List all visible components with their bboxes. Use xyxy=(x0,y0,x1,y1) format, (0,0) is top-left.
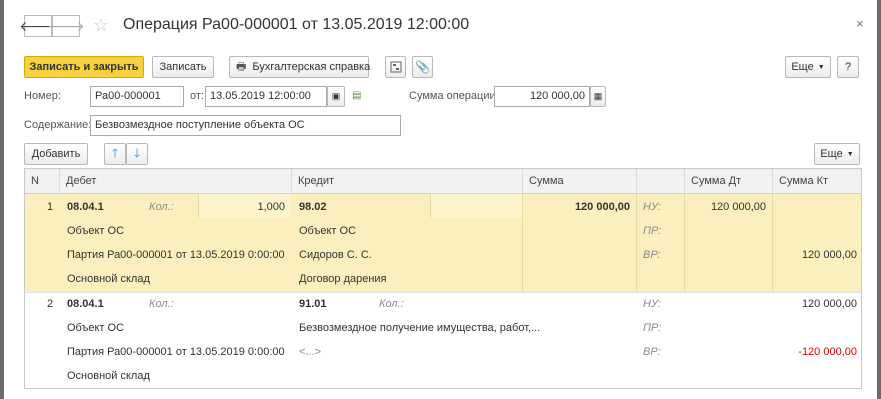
column-header-sum[interactable]: Сумма xyxy=(522,169,636,194)
row-number: 1 xyxy=(47,201,54,213)
debit-qty-label: Кол.: xyxy=(149,201,174,213)
close-icon[interactable]: × xyxy=(856,16,864,31)
post-and-close-button[interactable]: Записать и закрыть xyxy=(24,56,144,78)
debit-subconto-2[interactable]: Партия Ра00-000001 от 13.05.2019 0:00:00 xyxy=(67,249,285,261)
row-number: 2 xyxy=(47,298,54,310)
page-title: Операция Ра00-000001 от 13.05.2019 12:00… xyxy=(123,16,470,33)
debit-subconto-1[interactable]: Объект ОС xyxy=(67,225,124,237)
debit-account[interactable]: 08.04.1 xyxy=(67,298,104,310)
column-header-sum-dt[interactable]: Сумма Дт xyxy=(684,169,772,194)
credit-account[interactable]: 98.02 xyxy=(299,201,327,213)
debit-account[interactable]: 08.04.1 xyxy=(67,201,104,213)
pr-label: ПР: xyxy=(643,322,662,334)
debit-subconto-3[interactable]: Основной склад xyxy=(67,370,150,382)
content-field[interactable]: Безвозмездное поступление объекта ОС xyxy=(90,115,401,136)
nu-dt-value[interactable]: 120 000,00 xyxy=(684,201,766,213)
credit-subconto-1[interactable]: Объект ОС xyxy=(299,225,356,237)
content-label: Содержание: xyxy=(24,119,92,131)
column-header-credit[interactable]: Кредит xyxy=(291,169,522,194)
arrow-right-icon: 🡒 xyxy=(47,17,85,34)
vr-label: ВР: xyxy=(643,249,661,261)
credit-account[interactable]: 91.01 xyxy=(299,298,327,310)
accounting-report-label: Бухгалтерская справка xyxy=(252,61,371,73)
more-button[interactable]: Еще ▼ xyxy=(785,56,831,78)
favorite-star-icon[interactable]: ☆ xyxy=(93,15,109,36)
credit-qty-label: Кол.: xyxy=(379,298,404,310)
vr-label: ВР: xyxy=(643,346,661,358)
credit-subconto-2[interactable]: Сидоров С. С. xyxy=(299,249,372,261)
arrow-up-icon: 🡑 xyxy=(111,145,119,160)
debit-subconto-1[interactable]: Объект ОС xyxy=(67,322,124,334)
history-icon[interactable]: ▤ xyxy=(352,90,361,101)
window: 🡐 🡒 ☆ Операция Ра00-000001 от 13.05.2019… xyxy=(0,0,881,399)
date-label: от: xyxy=(190,90,204,102)
calculator-icon[interactable]: ▦ xyxy=(590,86,606,107)
dropdown-arrow-icon: ▼ xyxy=(817,63,825,71)
printer-icon: 🖶 xyxy=(236,60,247,73)
move-down-button[interactable]: 🡓 xyxy=(126,143,148,165)
calendar-icon[interactable]: ▣ xyxy=(327,86,345,107)
operation-sum-label: Сумма операции: xyxy=(409,90,499,102)
credit-subconto-2[interactable]: <...> xyxy=(299,346,321,358)
column-header-sum-kt[interactable]: Сумма Кт xyxy=(772,169,861,194)
structure-icon[interactable] xyxy=(385,56,406,78)
save-button[interactable]: Записать xyxy=(152,56,214,78)
vr-kt-value[interactable]: 120 000,00 xyxy=(772,249,857,261)
nu-label: НУ: xyxy=(643,201,661,213)
nu-label: НУ: xyxy=(643,298,661,310)
arrow-down-icon: 🡓 xyxy=(133,145,141,160)
move-up-button[interactable]: 🡑 xyxy=(104,143,126,165)
divider xyxy=(772,194,773,292)
entries-table: N Дебет Кредит Сумма Сумма Дт Сумма Кт 1… xyxy=(24,168,862,389)
pr-label: ПР: xyxy=(643,225,662,237)
debit-qty-label: Кол.: xyxy=(149,298,174,310)
number-field[interactable]: Ра00-000001 xyxy=(90,86,184,107)
divider xyxy=(636,194,637,292)
column-header-debit[interactable]: Дебет xyxy=(59,169,291,194)
vr-kt-value[interactable]: -120 000,00 xyxy=(772,346,857,358)
dropdown-arrow-icon: ▼ xyxy=(846,150,854,158)
column-header-accounting-type xyxy=(636,169,684,194)
credit-qty-cell[interactable] xyxy=(430,194,522,218)
table-header: N Дебет Кредит Сумма Сумма Дт Сумма Кт xyxy=(25,169,861,194)
add-button[interactable]: Добавить xyxy=(24,143,88,165)
column-header-n[interactable]: N xyxy=(25,169,59,194)
debit-subconto-3[interactable]: Основной склад xyxy=(67,273,150,285)
accounting-report-button[interactable]: 🖶 Бухгалтерская справка xyxy=(229,56,371,78)
more-label: Еще xyxy=(791,61,814,73)
help-button[interactable]: ? xyxy=(837,56,859,78)
table-more-button[interactable]: Еще ▼ xyxy=(814,143,860,165)
date-field[interactable]: 13.05.2019 12:00:00 xyxy=(205,86,327,107)
sum-value[interactable]: 120 000,00 xyxy=(522,201,630,213)
debit-subconto-2[interactable]: Партия Ра00-000001 от 13.05.2019 0:00:00 xyxy=(67,346,285,358)
forward-button[interactable]: 🡒 xyxy=(47,15,85,37)
nu-kt-value[interactable]: 120 000,00 xyxy=(772,298,857,310)
credit-subconto-3[interactable]: Договор дарения xyxy=(299,273,387,285)
operation-sum-field[interactable]: 120 000,00 xyxy=(494,86,590,107)
number-label: Номер: xyxy=(24,90,61,102)
attachment-icon[interactable]: 📎 xyxy=(412,56,433,78)
table-more-label: Еще xyxy=(820,148,843,160)
credit-subconto-1[interactable]: Безвозмездное получение имущества, работ… xyxy=(299,322,540,334)
debit-qty[interactable]: 1,000 xyxy=(205,201,285,213)
row-divider xyxy=(25,292,861,293)
